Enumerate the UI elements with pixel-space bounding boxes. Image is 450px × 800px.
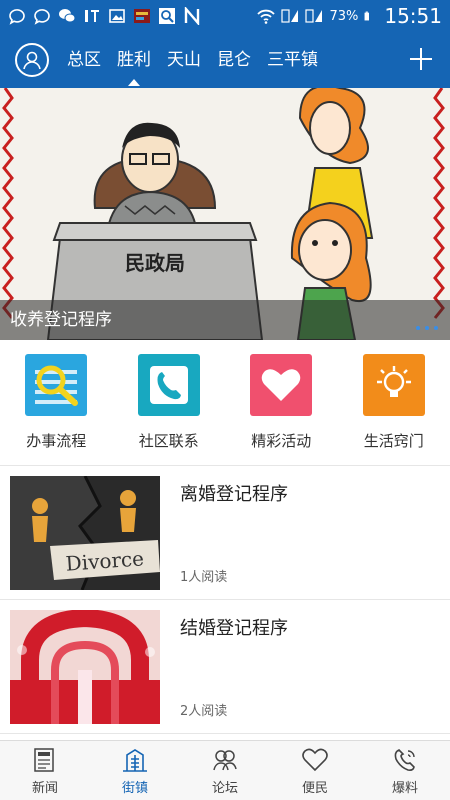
music-icon bbox=[85, 10, 99, 22]
heart-icon bbox=[250, 354, 313, 416]
quick-action-contact[interactable]: 社区联系 bbox=[113, 340, 226, 465]
quick-action-process[interactable]: 办事流程 bbox=[0, 340, 113, 465]
bottom-nav-services[interactable]: 便民 bbox=[270, 741, 360, 800]
news-icon bbox=[34, 748, 54, 772]
banner-caption: 收养登记程序 bbox=[0, 300, 450, 340]
user-icon bbox=[23, 51, 41, 70]
signal-icon bbox=[281, 9, 299, 23]
forum-icon bbox=[213, 750, 237, 771]
carousel-dot bbox=[434, 326, 438, 330]
image-icon bbox=[109, 9, 125, 23]
bottom-nav-label: 街镇 bbox=[121, 781, 148, 796]
bottom-nav-forum[interactable]: 论坛 bbox=[180, 741, 270, 800]
carousel-dot bbox=[425, 326, 429, 330]
tab-shengli[interactable]: 胜利 bbox=[109, 32, 159, 88]
banner-carousel[interactable]: 民政局 收养登记程序 bbox=[0, 88, 450, 340]
bottom-nav: 新闻 街镇 论坛 便民 爆料 bbox=[0, 740, 450, 800]
list-item[interactable]: Divorce 离婚登记程序 1人阅读 bbox=[0, 466, 450, 600]
bottom-nav-label: 便民 bbox=[301, 781, 328, 796]
article-thumbnail bbox=[10, 610, 160, 724]
tab-zongqu[interactable]: 总区 bbox=[59, 32, 109, 88]
read-count: 2人阅读 bbox=[180, 704, 228, 719]
search-icon bbox=[25, 354, 88, 416]
wechat-icon bbox=[59, 9, 76, 23]
bottom-nav-news[interactable]: 新闻 bbox=[0, 741, 90, 800]
status-bar: 73% 15:51 bbox=[0, 0, 450, 32]
building-icon bbox=[123, 749, 147, 772]
bottom-nav-label: 新闻 bbox=[31, 781, 58, 796]
phone-icon bbox=[137, 354, 200, 416]
notification-icons bbox=[8, 7, 201, 25]
chat-bubble-icon bbox=[34, 9, 50, 25]
wifi-icon bbox=[257, 9, 276, 24]
quick-actions: 办事流程 社区联系 精彩活动 生活窍门 bbox=[0, 340, 450, 466]
tab-sanpingzhen[interactable]: 三平镇 bbox=[259, 32, 326, 88]
heart-outline-icon bbox=[302, 748, 328, 772]
region-tabs: 总区 胜利 天山 昆仑 三平镇 bbox=[59, 32, 326, 88]
quick-action-label: 办事流程 bbox=[26, 432, 87, 450]
read-count: 1人阅读 bbox=[180, 570, 228, 585]
quick-action-label: 生活窍门 bbox=[363, 432, 424, 450]
avatar-button[interactable] bbox=[15, 43, 49, 77]
tab-kunlun[interactable]: 昆仑 bbox=[209, 32, 259, 88]
bottom-nav-report[interactable]: 爆料 bbox=[360, 741, 450, 800]
tab-tianshan[interactable]: 天山 bbox=[159, 32, 209, 88]
top-nav: 总区 胜利 天山 昆仑 三平镇 bbox=[0, 32, 450, 88]
clock: 15:51 bbox=[384, 4, 442, 28]
bottom-nav-street[interactable]: 街镇 bbox=[90, 741, 180, 800]
app-icon bbox=[134, 9, 150, 23]
search-box-icon bbox=[159, 8, 175, 24]
signal-icon bbox=[305, 9, 323, 23]
list-item[interactable]: 结婚登记程序 2人阅读 bbox=[0, 600, 450, 734]
quick-action-label: 精彩活动 bbox=[251, 432, 312, 450]
chat-bubble-icon bbox=[9, 9, 25, 25]
battery-icon bbox=[364, 11, 370, 21]
article-thumbnail: Divorce bbox=[10, 476, 160, 590]
nfc-icon bbox=[184, 7, 200, 25]
carousel-dot bbox=[416, 326, 420, 330]
battery-percent: 73% bbox=[329, 8, 359, 24]
add-icon[interactable] bbox=[406, 44, 436, 74]
phone-outline-icon bbox=[394, 749, 415, 771]
article-title: 离婚登记程序 bbox=[180, 484, 288, 505]
bottom-nav-label: 论坛 bbox=[211, 781, 238, 796]
carousel-indicator bbox=[416, 326, 438, 330]
article-title: 结婚登记程序 bbox=[180, 618, 288, 639]
banner-sign: 民政局 bbox=[125, 251, 185, 275]
quick-action-events[interactable]: 精彩活动 bbox=[225, 340, 338, 465]
quick-action-tips[interactable]: 生活窍门 bbox=[338, 340, 450, 465]
quick-action-label: 社区联系 bbox=[138, 432, 199, 450]
system-indicators: 73% 15:51 bbox=[257, 4, 442, 28]
bottom-nav-label: 爆料 bbox=[391, 781, 418, 796]
lightbulb-icon bbox=[362, 354, 425, 416]
